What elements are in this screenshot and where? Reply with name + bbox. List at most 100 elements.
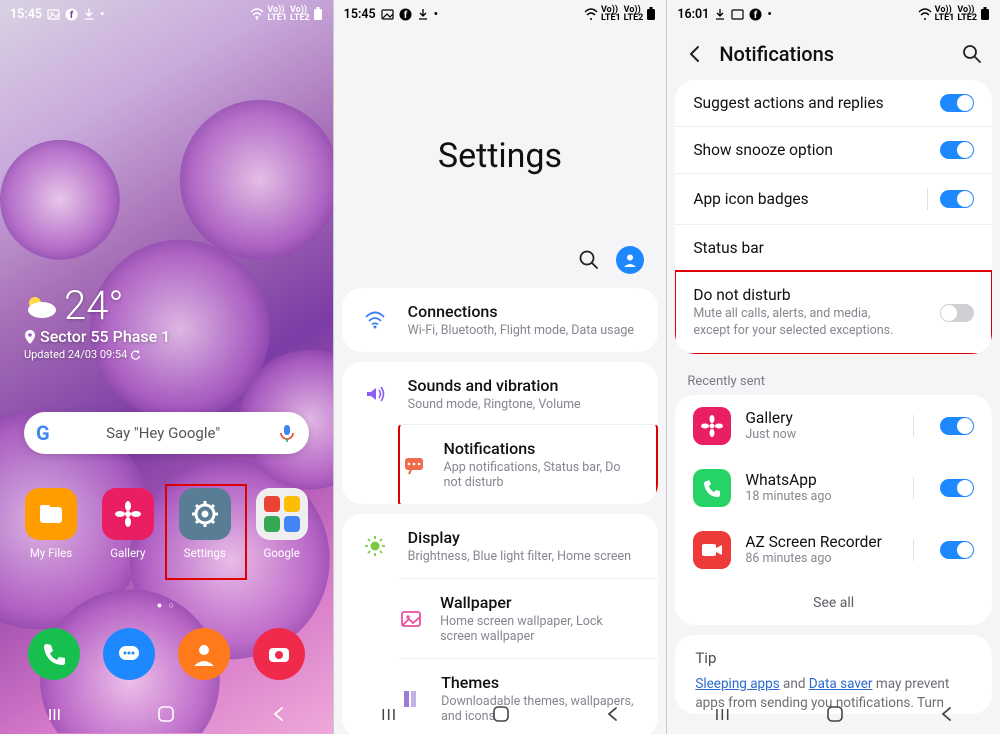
settings-row-wallpaper[interactable]: WallpaperHome screen wallpaper, Lock scr… <box>398 578 659 658</box>
row-title: Wallpaper <box>440 593 642 612</box>
row-subtitle: Brightness, Blue light filter, Home scre… <box>408 549 631 564</box>
search-placeholder: Say "Hey Google" <box>50 424 277 442</box>
status-bar: 15:45 f • Vo))LTE1 Vo))LTE2 <box>334 0 667 26</box>
app-icon <box>693 531 731 569</box>
weather-widget[interactable]: 24° Sector 55 Phase 1 Updated 24/03 09:5… <box>24 282 170 361</box>
toggles-card: Suggest actions and replies Show snooze o… <box>675 80 992 354</box>
svg-text:f: f <box>754 10 758 21</box>
download-icon <box>83 8 95 21</box>
row-subtitle: Wi-Fi, Bluetooth, Flight mode, Data usag… <box>408 323 634 338</box>
image-icon <box>47 8 60 21</box>
toggle-row-show-snooze-option[interactable]: Show snooze option <box>675 126 992 173</box>
recent-app-az-screen-recorder[interactable]: AZ Screen Recorder86 minutes ago <box>675 519 992 581</box>
toggle-row-do-not-disturb[interactable]: Do not disturbMute all calls, alerts, an… <box>675 271 992 354</box>
recents-button[interactable]: III <box>381 705 397 724</box>
recent-app-whatsapp[interactable]: WhatsApp18 minutes ago <box>675 457 992 519</box>
toggle-switch[interactable] <box>940 190 974 208</box>
row-subtitle: App notifications, Status bar, Do not di… <box>444 460 641 490</box>
pin-icon <box>24 330 36 344</box>
refresh-icon <box>131 350 141 360</box>
volte2: Vo))LTE2 <box>290 6 310 22</box>
app-name: Gallery <box>745 409 899 427</box>
dock <box>16 628 317 680</box>
toggle-label: App icon badges <box>693 190 808 208</box>
toggle-label: Show snooze option <box>693 141 833 159</box>
bell-icon <box>400 454 428 476</box>
google-g-icon: G <box>36 421 50 445</box>
back-button[interactable] <box>271 705 285 723</box>
location-text: Sector 55 Phase 1 <box>40 327 170 346</box>
dock-camera[interactable] <box>253 628 305 680</box>
sleeping-apps-link[interactable]: Sleeping apps <box>695 676 779 692</box>
app-my-files[interactable]: My Files <box>16 488 86 560</box>
app-google[interactable]: Google <box>247 488 317 560</box>
app-gallery[interactable]: Gallery <box>93 488 163 560</box>
google-search-bar[interactable]: G Say "Hey Google" <box>24 412 309 454</box>
toggle-label: Status bar <box>693 239 764 257</box>
account-avatar[interactable] <box>616 246 644 274</box>
toggle-switch[interactable] <box>940 94 974 112</box>
sun-icon <box>358 535 392 557</box>
data-saver-link[interactable]: Data saver <box>809 676 873 692</box>
download-icon <box>714 8 726 21</box>
home-screen: 15:45 f • Vo))LTE1 Vo))LTE2 24° Sector 5… <box>0 0 334 734</box>
battery-icon <box>313 7 323 21</box>
see-all-button[interactable]: See all <box>675 581 992 625</box>
dock-phone[interactable] <box>28 628 80 680</box>
app-icon <box>693 407 731 445</box>
page-title: Notifications <box>719 42 948 66</box>
image-icon <box>731 8 744 21</box>
more-dot: • <box>100 7 104 22</box>
app-label: Gallery <box>93 546 163 560</box>
updated-text: Updated 24/03 09:54 <box>24 348 127 361</box>
settings-row-display[interactable]: DisplayBrightness, Blue light filter, Ho… <box>342 514 659 578</box>
mic-icon[interactable] <box>277 423 297 443</box>
recent-card: GalleryJust nowWhatsApp18 minutes agoAZ … <box>675 395 992 625</box>
toggle-row-suggest-actions-and-replies[interactable]: Suggest actions and replies <box>675 80 992 126</box>
home-button[interactable] <box>492 705 510 723</box>
row-subtitle: Sound mode, Ringtone, Volume <box>408 397 581 412</box>
toggle-switch[interactable] <box>940 417 974 435</box>
page-header: Notifications <box>667 26 1000 80</box>
recent-app-gallery[interactable]: GalleryJust now <box>675 395 992 457</box>
back-icon[interactable] <box>685 44 705 64</box>
temperature: 24° <box>64 282 124 329</box>
row-title: Notifications <box>444 439 641 458</box>
recently-sent-label: Recently sent <box>667 364 1000 395</box>
settings-row-notifications[interactable]: Notifications App notifications, Status b… <box>398 424 659 504</box>
back-button[interactable] <box>939 705 953 723</box>
toggle-switch[interactable] <box>940 541 974 559</box>
toggle-switch[interactable] <box>940 304 974 322</box>
toggle-row-status-bar[interactable]: Status bar <box>675 224 992 271</box>
home-button[interactable] <box>826 705 844 723</box>
row-title: Connections <box>408 302 634 321</box>
facebook-icon: f <box>749 8 762 21</box>
volte2: Vo))LTE2 <box>624 6 644 22</box>
toggle-row-app-icon-badges[interactable]: App icon badges <box>675 173 992 224</box>
dock-messages[interactable] <box>103 628 155 680</box>
app-name: AZ Screen Recorder <box>745 533 899 551</box>
home-button[interactable] <box>157 705 175 723</box>
settings-row-sounds-and-vibration[interactable]: Sounds and vibrationSound mode, Ringtone… <box>342 362 659 426</box>
dock-contacts[interactable] <box>178 628 230 680</box>
nav-bar: III <box>334 694 667 734</box>
image-icon <box>381 8 394 21</box>
nav-bar: III <box>667 694 1000 734</box>
app-time: 86 minutes ago <box>745 551 899 566</box>
wifi-icon <box>584 8 598 20</box>
toggle-label: Suggest actions and replies <box>693 94 883 112</box>
app-time: 18 minutes ago <box>745 489 899 504</box>
toggle-switch[interactable] <box>940 479 974 497</box>
toggle-switch[interactable] <box>940 141 974 159</box>
back-button[interactable] <box>605 705 619 723</box>
recents-button[interactable]: III <box>48 705 61 724</box>
weather-cloud-icon <box>24 292 58 320</box>
settings-row-connections[interactable]: Connections Wi-Fi, Bluetooth, Flight mode… <box>342 288 659 352</box>
app-time: Just now <box>745 427 899 442</box>
wifi-icon <box>918 8 932 20</box>
recents-button[interactable]: III <box>715 705 731 724</box>
search-icon[interactable] <box>962 44 982 64</box>
settings-title: Settings <box>334 26 667 246</box>
status-time: 15:45 <box>344 7 376 22</box>
search-icon[interactable] <box>578 249 600 271</box>
